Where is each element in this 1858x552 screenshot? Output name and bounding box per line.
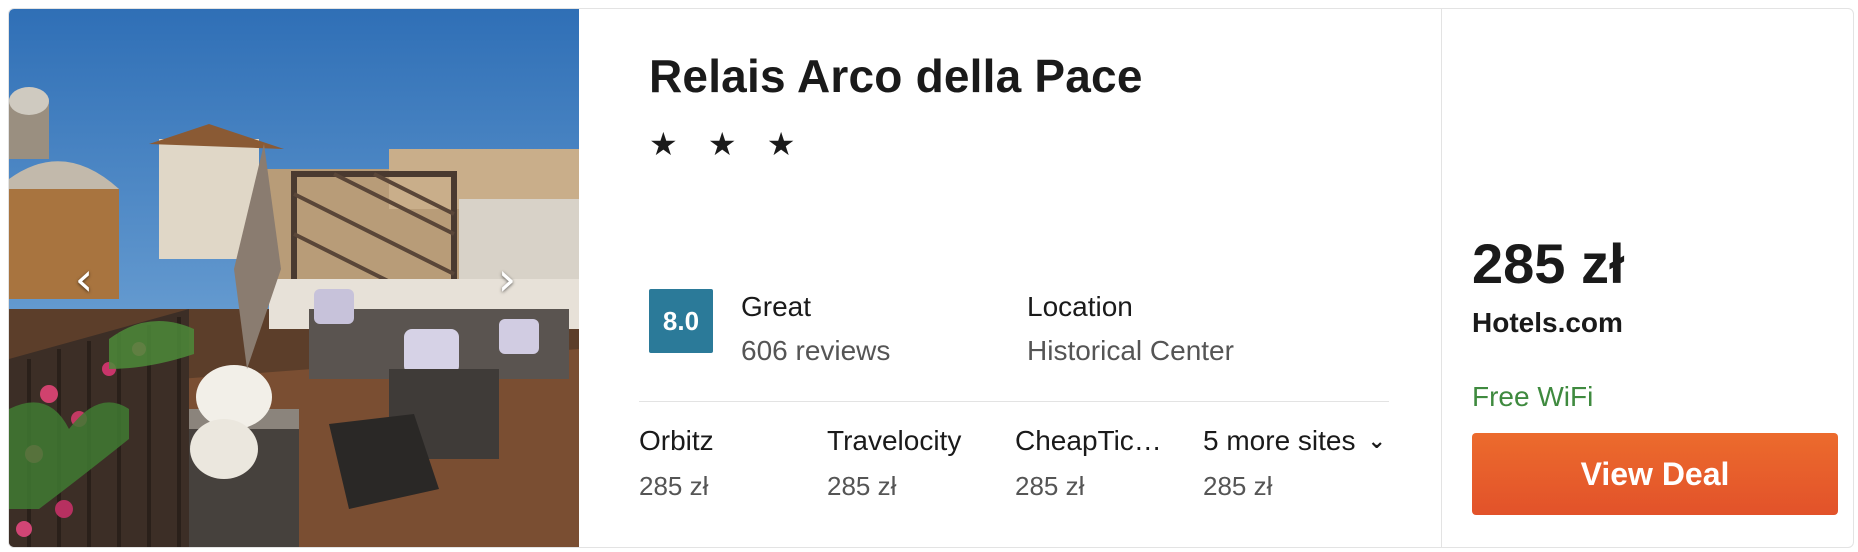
hotel-info: Relais Arco della Pace ★ ★ ★ 8.0 Great 6… bbox=[579, 9, 1441, 547]
provider-cheaptickets[interactable]: CheapTic… 285 zł bbox=[1015, 425, 1195, 502]
divider bbox=[639, 401, 1389, 402]
hotel-photo[interactable]: ‹ › bbox=[9, 9, 579, 547]
review-score-badge: 8.0 bbox=[649, 289, 713, 353]
provider-price: 285 zł bbox=[827, 471, 897, 501]
chevron-left-icon[interactable]: ‹ bbox=[64, 254, 104, 304]
provider-price: 285 zł bbox=[639, 471, 709, 501]
provider-name: Orbitz bbox=[639, 425, 714, 456]
location-label: Location bbox=[1027, 291, 1133, 322]
star-rating: ★ ★ ★ bbox=[649, 125, 806, 163]
provider-travelocity[interactable]: Travelocity 285 zł bbox=[827, 425, 1007, 502]
provider-orbitz[interactable]: Orbitz 285 zł bbox=[639, 425, 819, 502]
location-value: Historical Center bbox=[1027, 335, 1234, 366]
review-count: 606 reviews bbox=[741, 335, 891, 366]
hotel-name[interactable]: Relais Arco della Pace bbox=[649, 49, 1143, 103]
view-deal-button[interactable]: View Deal bbox=[1472, 433, 1838, 515]
deal-price: 285 zł bbox=[1472, 232, 1625, 295]
hotel-result-card[interactable]: ‹ › Relais Arco della Pace ★ ★ ★ 8.0 Gre… bbox=[8, 8, 1854, 548]
chevron-right-icon[interactable]: › bbox=[487, 254, 527, 304]
provider-price: 285 zł bbox=[1203, 471, 1273, 501]
provider-name: CheapTic… bbox=[1015, 425, 1162, 456]
deal-panel: 285 zł Hotels.com Free WiFi View Deal bbox=[1441, 9, 1853, 547]
rating-label: Great bbox=[741, 291, 812, 322]
amenity-free-wifi: Free WiFi bbox=[1472, 381, 1594, 412]
more-sites-dropdown[interactable]: 5 more sites ⌄ 285 zł bbox=[1203, 425, 1423, 502]
chevron-down-icon: ⌄ bbox=[1367, 428, 1386, 454]
deal-provider: Hotels.com bbox=[1472, 307, 1623, 338]
provider-price: 285 zł bbox=[1015, 471, 1085, 501]
provider-name: Travelocity bbox=[827, 425, 962, 456]
more-sites-label: 5 more sites bbox=[1203, 425, 1356, 456]
